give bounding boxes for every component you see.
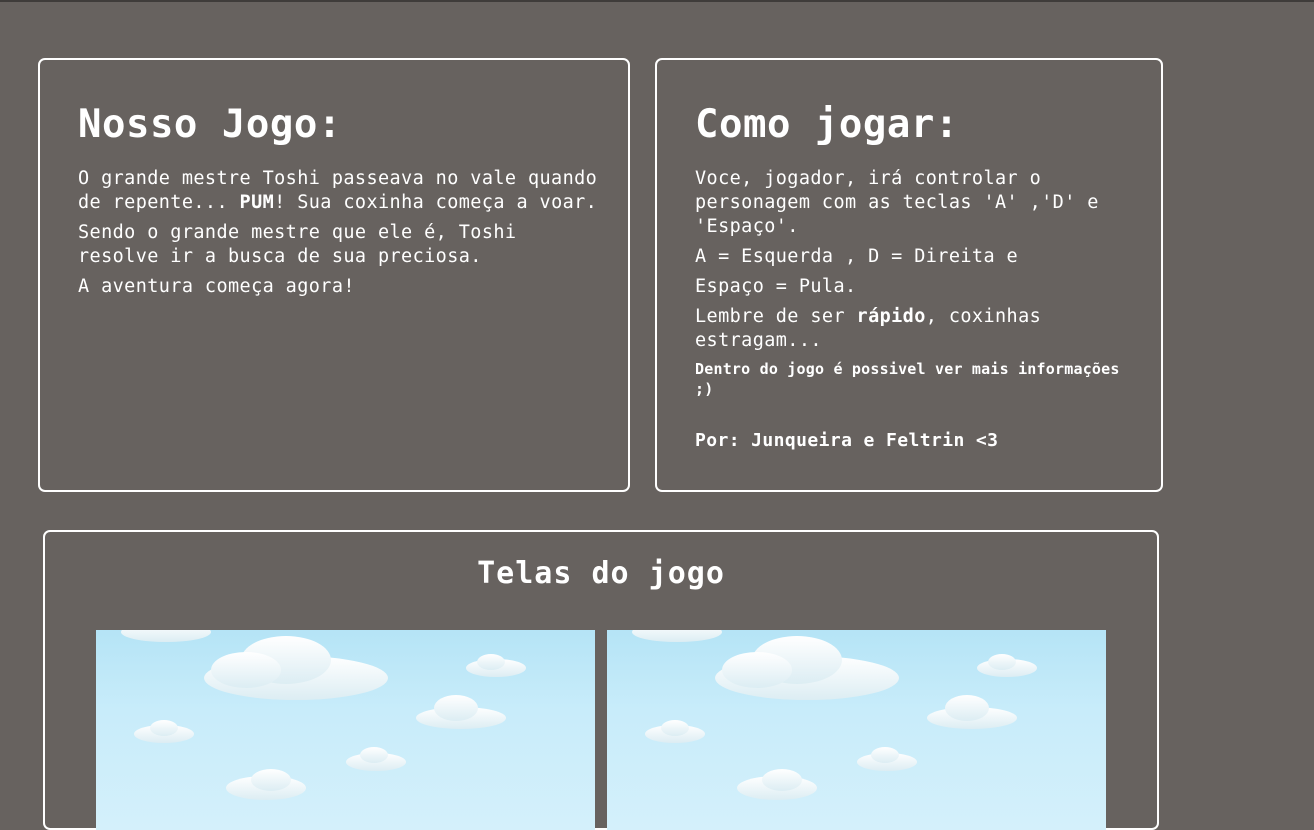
clouds-image (632, 630, 1037, 800)
hint-paragraph: Lembre de ser rápido, coxinhas estragam.… (695, 306, 1042, 351)
nosso-jogo-body: O grande mestre Toshi passeava no vale q… (78, 167, 598, 305)
story-paragraph-3: A aventura começa agora! (78, 276, 355, 297)
telas-do-jogo-card: Telas do jogo (43, 530, 1159, 830)
telas-title: Telas do jogo (477, 556, 725, 591)
nosso-jogo-card: Nosso Jogo: O grande mestre Toshi passea… (38, 58, 630, 492)
como-jogar-card: Como jogar: Voce, jogador, irá controlar… (655, 58, 1163, 492)
clouds-image (121, 630, 526, 800)
como-jogar-body: Voce, jogador, irá controlar o personage… (695, 167, 1131, 459)
game-screenshot-1 (96, 630, 595, 830)
story-paragraph-2: Sendo o grande mestre que ele é, Toshi r… (78, 222, 517, 267)
more-info-note: Dentro do jogo é possivel ver mais infor… (695, 360, 1120, 398)
controls-paragraph: Voce, jogador, irá controlar o personage… (695, 168, 1099, 237)
top-strip (0, 0, 1314, 2)
como-jogar-title: Como jogar: (695, 102, 959, 147)
controls-left-right: A = Esquerda , D = Direita e (695, 246, 1019, 267)
story-paragraph-1: O grande mestre Toshi passeava no vale q… (78, 168, 598, 213)
controls-jump: Espaço = Pula. (695, 276, 857, 297)
credits: Por: Junqueira e Feltrin <3 (695, 430, 999, 451)
nosso-jogo-title: Nosso Jogo: (78, 102, 342, 147)
game-screenshot-2 (607, 630, 1106, 830)
pum-emphasis: PUM (239, 192, 275, 213)
rapido-emphasis: rápido (856, 306, 926, 327)
